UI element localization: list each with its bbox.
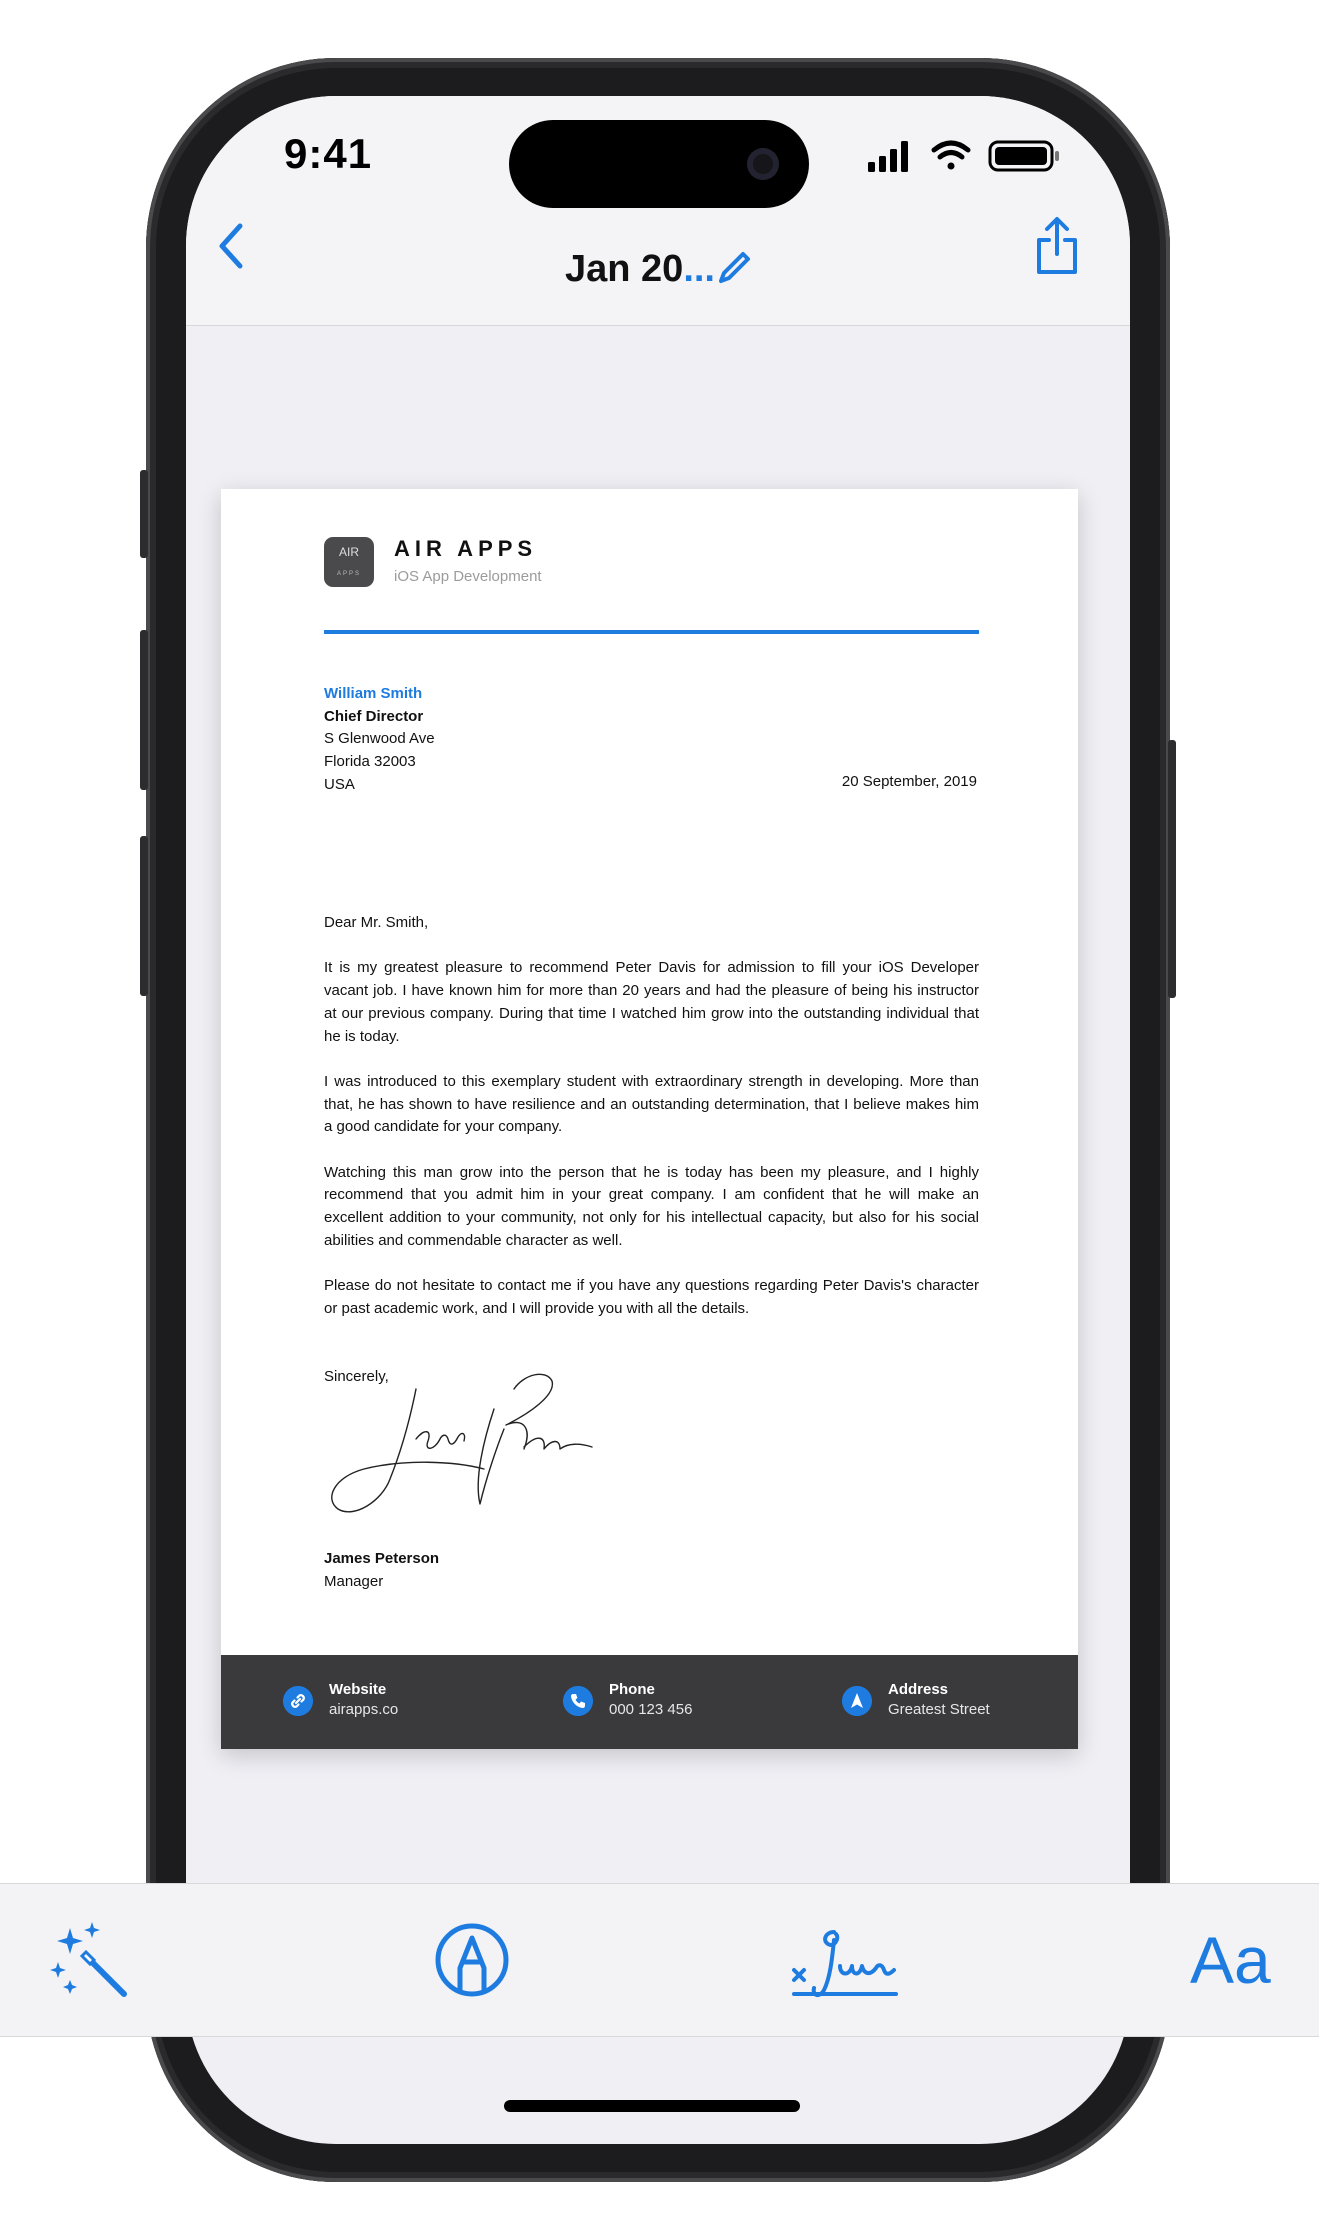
letter-body: Dear Mr. Smith, It is my greatest pleasu… xyxy=(324,912,979,1343)
text-format-icon[interactable]: Aa xyxy=(1190,1918,1300,2002)
volume-up-button xyxy=(140,630,148,790)
signer-name: James Peterson xyxy=(324,1550,440,1567)
company-tagline: iOS App Development xyxy=(394,568,542,585)
footer-address-value: Greatest Street xyxy=(888,1701,990,1718)
footer-phone-label: Phone xyxy=(609,1681,655,1698)
home-indicator[interactable] xyxy=(504,2100,800,2112)
recipient-name: William Smith xyxy=(324,685,423,702)
paragraph: Watching this man grow into the person t… xyxy=(324,1163,979,1249)
footer-phone: Phone 000 123 456 xyxy=(563,1681,743,1725)
footer-phone-value: 000 123 456 xyxy=(609,1701,693,1718)
footer-address: Address Greatest Street xyxy=(842,1681,1042,1725)
app-screen: 9:41 Jan 20... AIR APPS AIR APPS iOS App… xyxy=(186,96,1130,2144)
recipient-block: William Smith Chief Director S Glenwood … xyxy=(324,683,435,797)
editing-toolbar: Aa xyxy=(0,1883,1319,2037)
share-icon[interactable] xyxy=(1034,216,1080,276)
signer-title: Manager xyxy=(324,1572,384,1590)
recipient-street: S Glenwood Ave xyxy=(324,730,435,748)
footer-address-label: Address xyxy=(888,1681,949,1698)
recipient-title: Chief Director xyxy=(324,707,424,725)
paragraph: Please do not hesitate to contact me if … xyxy=(324,1277,979,1317)
wifi-icon xyxy=(931,140,971,170)
signature-icon[interactable] xyxy=(790,1918,900,2002)
company-logo: AIR APPS xyxy=(324,537,374,587)
logo-subtext: APPS xyxy=(336,571,361,577)
header-divider xyxy=(324,630,979,634)
handwritten-signature[interactable] xyxy=(324,1369,624,1529)
recipient-city: Florida 32003 xyxy=(324,753,416,771)
paragraph: It is my greatest pleasure to recommend … xyxy=(324,959,979,1045)
document-title[interactable]: Jan 20... xyxy=(186,248,1130,291)
footer-website: Website airapps.co xyxy=(283,1681,463,1725)
magic-wand-icon[interactable] xyxy=(48,1918,132,2002)
letter-document[interactable]: AIR APPS AIR APPS iOS App Development Wi… xyxy=(221,489,1078,1749)
title-ellipsis: ... xyxy=(683,248,715,290)
action-button xyxy=(140,470,148,558)
rename-pencil-icon[interactable] xyxy=(715,249,751,285)
link-icon xyxy=(283,1686,313,1716)
company-name: AIR APPS xyxy=(394,536,538,561)
footer-website-label: Website xyxy=(329,1681,387,1698)
status-icons xyxy=(868,140,1059,172)
signer-block: James Peterson Manager xyxy=(324,1548,439,1593)
phone-icon xyxy=(563,1686,593,1716)
footer-website-value: airapps.co xyxy=(329,1701,399,1718)
letter-date: 20 September, 2019 xyxy=(841,773,977,790)
status-time: 9:41 xyxy=(284,130,373,177)
volume-down-button xyxy=(140,836,148,996)
navigation-bar: 9:41 Jan 20... xyxy=(186,96,1130,326)
paragraph: I was introduced to this exemplary stude… xyxy=(324,1072,979,1136)
recipient-country: USA xyxy=(324,775,355,793)
location-arrow-icon xyxy=(842,1686,872,1716)
cellular-signal-icon xyxy=(868,141,908,172)
greeting: Dear Mr. Smith, xyxy=(324,914,429,931)
letter-footer: Website airapps.co Phone 000 123 456 Add… xyxy=(221,1655,1078,1749)
side-button xyxy=(1168,740,1176,998)
document-title-text[interactable]: Jan 20 xyxy=(565,248,683,290)
camera-icon xyxy=(747,148,779,180)
dynamic-island xyxy=(509,120,809,208)
battery-icon xyxy=(988,140,1059,172)
logo-text: AIR xyxy=(338,545,359,559)
markup-pen-icon[interactable] xyxy=(430,1918,514,2002)
